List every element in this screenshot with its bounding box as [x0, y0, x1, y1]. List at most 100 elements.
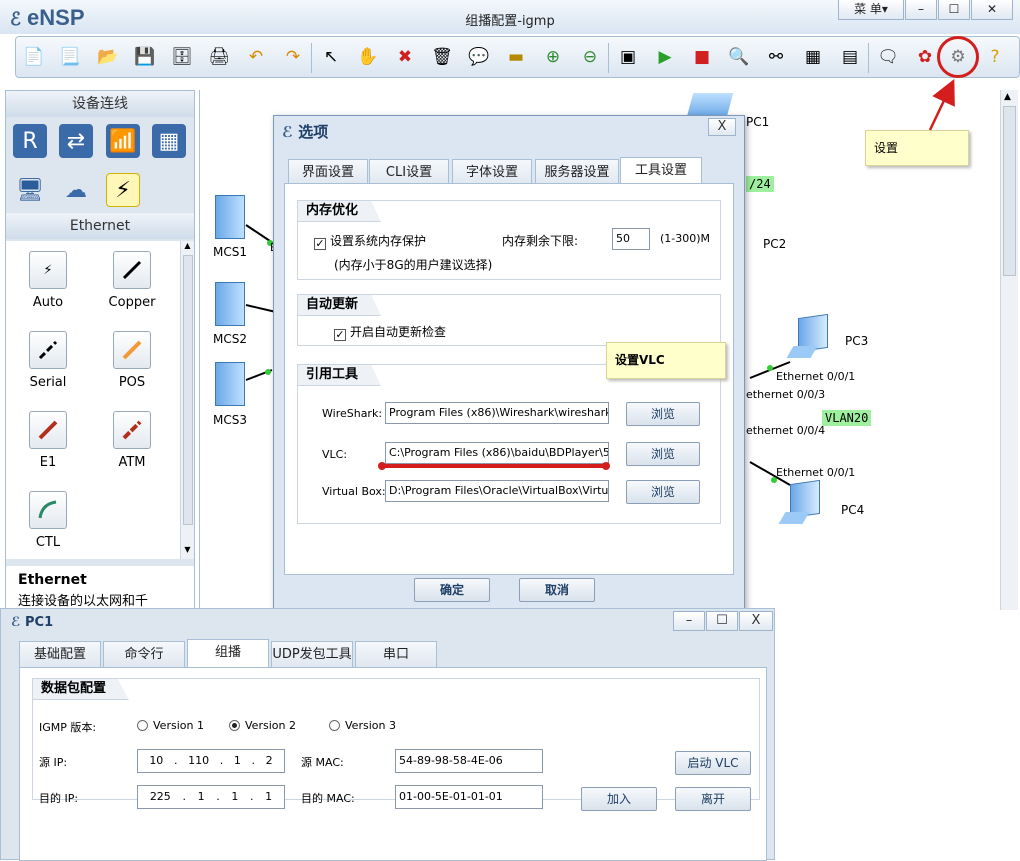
zoom-out-icon[interactable]: ⊖ [578, 45, 602, 69]
wireless-icon[interactable]: 📶 [106, 124, 140, 158]
scroll-down-icon[interactable]: ▼ [182, 545, 193, 557]
cable-category-icon[interactable]: ⚡ [106, 173, 140, 207]
undo-icon[interactable]: ↶ [244, 45, 268, 69]
rectangle-icon[interactable]: ▬ [504, 45, 528, 69]
memory-limit-label: 内存剩余下限: [502, 234, 579, 248]
tab-font-settings[interactable]: 字体设置 [452, 159, 532, 185]
igmp-version-2-radio[interactable]: Version 2 [229, 719, 296, 732]
huawei-icon[interactable]: ✿ [913, 45, 937, 69]
dst-mac-input[interactable]: 01-00-5E-01-01-01 [395, 785, 543, 809]
mcs1-server-icon[interactable] [215, 195, 245, 239]
wireshark-path-input[interactable]: Program Files (x86)\Wireshark\wireshark.… [385, 402, 609, 424]
vlc-path-input[interactable]: C:\Program Files (x86)\baidu\BDPlayer\5.… [385, 442, 609, 464]
pan-hand-icon[interactable]: ✋ [356, 45, 380, 69]
scroll-up-icon[interactable]: ▲ [182, 241, 193, 253]
delete-icon[interactable]: ✖ [393, 45, 417, 69]
pc1-maximize-button[interactable]: ☐ [706, 611, 738, 631]
help-icon[interactable]: ? [983, 45, 1007, 69]
mcs3-server-icon[interactable] [215, 362, 245, 406]
auto-update-checkbox[interactable]: ✓ 开启自动更新检查 [334, 323, 446, 341]
dst-ip-input[interactable]: 225. 1. 1. 1 [137, 785, 285, 809]
cable-copper[interactable]: Copper [90, 251, 174, 310]
minimize-button[interactable]: – [905, 0, 937, 20]
pc1-tab-serial[interactable]: 串口 [355, 641, 437, 667]
firewall-icon[interactable]: ▦ [152, 124, 186, 158]
terminal-icon[interactable]: ▤ [838, 45, 862, 69]
cable-serial[interactable]: Serial [6, 331, 90, 390]
delete-all-icon[interactable]: 🗑 [430, 45, 454, 69]
radio-selected-icon [229, 720, 240, 731]
start-vlc-button[interactable]: 启动 VLC [675, 751, 751, 775]
maximize-button[interactable]: ☐ [938, 0, 970, 20]
scroll-up-icon[interactable]: ▲ [1004, 92, 1011, 102]
save-icon[interactable]: 💾 [133, 45, 157, 69]
new-example-icon[interactable]: 📃 [58, 45, 82, 69]
pc1-tab-command[interactable]: 命令行 [103, 641, 185, 667]
start-device-icon[interactable]: ▶ [653, 45, 677, 69]
redo-icon[interactable]: ↷ [281, 45, 305, 69]
cable-pos[interactable]: POS [90, 331, 174, 390]
capture-icon[interactable]: 🔍 [727, 45, 751, 69]
options-dialog-body: 内存优化 ✓ 设置系统内存保护 (内存小于8G的用户建议选择) 内存剩余下限: 5… [284, 183, 734, 575]
pc1-tab-udp-tool[interactable]: UDP发包工具 [271, 641, 353, 667]
pc1-close-button[interactable]: X [739, 611, 773, 631]
print-icon[interactable]: 🖨 [207, 45, 231, 69]
igmp-version-1-radio[interactable]: Version 1 [137, 719, 204, 732]
memory-limit-range: (1-300)M [660, 232, 711, 245]
pc1-computer-icon[interactable] [686, 93, 734, 117]
pc1-minimize-button[interactable]: – [673, 611, 705, 631]
pc1-tab-basic[interactable]: 基础配置 [19, 641, 101, 667]
cable-e1[interactable]: E1 [6, 411, 90, 470]
tab-cli-settings[interactable]: CLI设置 [369, 159, 449, 185]
tab-tool-settings[interactable]: 工具设置 [620, 157, 702, 185]
pc3-computer-icon[interactable] [786, 313, 838, 362]
zoom-in-icon[interactable]: ⊕ [541, 45, 565, 69]
virtualbox-browse-button[interactable]: 浏览 [626, 480, 700, 504]
text-note-icon[interactable]: 💬 [467, 45, 491, 69]
topology-icon[interactable]: ⚯ [764, 45, 788, 69]
cancel-button[interactable]: 取消 [519, 578, 595, 602]
stop-device-icon[interactable]: ■ [690, 45, 714, 69]
igmp-version-3-radio[interactable]: Version 3 [329, 719, 396, 732]
menu-button[interactable]: 菜 单▾ [838, 0, 904, 20]
select-cursor-icon[interactable]: ↖ [319, 45, 343, 69]
tab-server-settings[interactable]: 服务器设置 [535, 159, 619, 185]
scroll-thumb[interactable] [1003, 106, 1016, 276]
cable-auto[interactable]: ⚡ Auto [6, 251, 90, 310]
src-mac-input[interactable]: 54-89-98-58-4E-06 [395, 749, 543, 773]
radio-label: Version 1 [153, 719, 204, 732]
chat-icon[interactable]: 🗨 [876, 45, 900, 69]
ok-button[interactable]: 确定 [414, 578, 490, 602]
virtualbox-path-input[interactable]: D:\Program Files\Oracle\VirtualBox\Virtu… [385, 480, 609, 502]
cable-atm[interactable]: ATM [90, 411, 174, 470]
memory-protect-checkbox[interactable]: ✓ 设置系统内存保护 [314, 232, 426, 250]
fit-view-icon[interactable]: ▣ [616, 45, 640, 69]
join-button[interactable]: 加入 [581, 787, 657, 811]
switch-icon[interactable]: ⇄ [59, 124, 93, 158]
pc-icon[interactable]: 🖥 [13, 173, 47, 207]
wireshark-browse-button[interactable]: 浏览 [626, 402, 700, 426]
scroll-thumb[interactable] [183, 255, 193, 525]
cable-list-scrollbar[interactable]: ▲ ▼ [180, 241, 194, 559]
vlan-tag: VLAN20 [822, 410, 872, 426]
tab-ui-settings[interactable]: 界面设置 [288, 159, 368, 185]
close-button[interactable]: ✕ [971, 0, 1013, 20]
table-icon[interactable]: ▦ [801, 45, 825, 69]
vlc-browse-button[interactable]: 浏览 [626, 442, 700, 466]
cable-label: ATM [118, 455, 146, 470]
cable-ctl[interactable]: CTL [6, 491, 90, 550]
mcs2-server-icon[interactable] [215, 282, 245, 326]
router-icon[interactable]: R [13, 124, 47, 158]
new-topology-icon[interactable]: 📄 [22, 45, 46, 69]
cloud-icon[interactable]: ☁ [59, 173, 93, 207]
canvas-vertical-scrollbar[interactable]: ▲ [1000, 90, 1018, 610]
leave-button[interactable]: 离开 [675, 787, 751, 811]
save-as-icon[interactable]: 🗄 [170, 45, 194, 69]
tools-group: 引用工具 WireShark: Program Files (x86)\Wire… [297, 364, 721, 524]
options-close-button[interactable]: X [708, 118, 736, 136]
pc4-computer-icon[interactable] [778, 479, 830, 528]
pc1-tab-multicast[interactable]: 组播 [187, 639, 269, 667]
src-ip-input[interactable]: 10. 110. 1. 2 [137, 749, 285, 773]
open-icon[interactable]: 📂 [96, 45, 120, 69]
memory-limit-input[interactable]: 50 [612, 228, 650, 250]
